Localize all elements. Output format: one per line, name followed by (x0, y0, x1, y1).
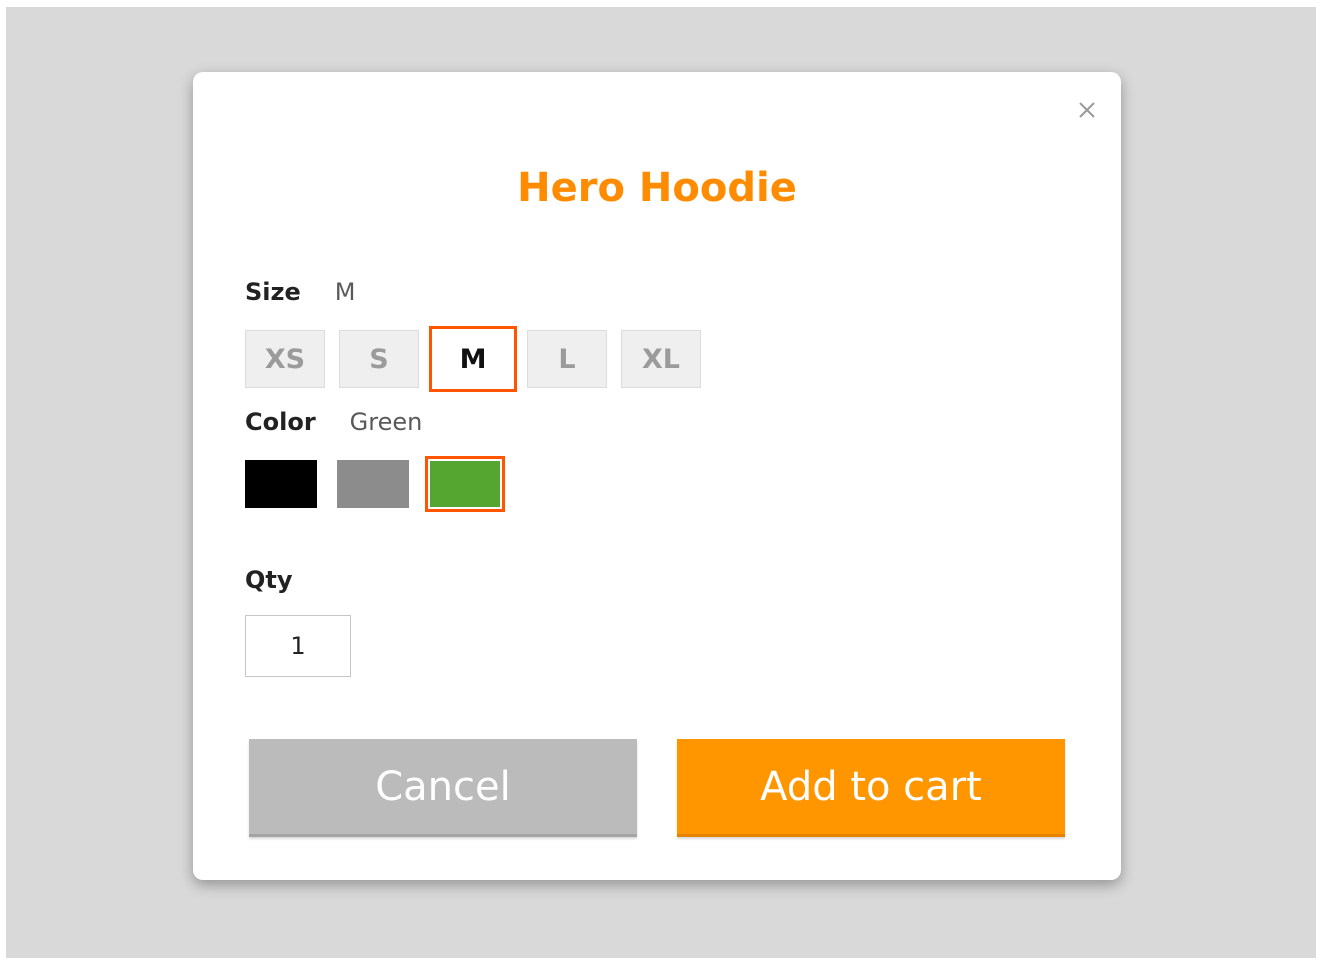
size-option-xs[interactable]: XS (245, 330, 325, 388)
product-title: Hero Hoodie (517, 165, 797, 211)
qty-label-row: Qty (245, 564, 293, 596)
size-selected-value: M (334, 278, 356, 306)
size-option-xl[interactable]: XL (621, 330, 701, 388)
close-icon (1079, 102, 1095, 118)
close-button[interactable] (1075, 98, 1099, 122)
qty-input[interactable] (245, 615, 351, 677)
qty-label: Qty (245, 566, 293, 594)
add-to-cart-button[interactable]: Add to cart (677, 739, 1065, 837)
swatch-fill (337, 460, 409, 508)
size-option-s[interactable]: S (339, 330, 419, 388)
color-swatch-black[interactable] (245, 460, 317, 508)
color-selected-value: Green (349, 408, 423, 436)
size-label: Size (245, 278, 301, 306)
swatch-fill (430, 461, 500, 507)
color-options (245, 456, 525, 512)
size-label-row: Size M (245, 276, 355, 308)
cancel-button[interactable]: Cancel (249, 739, 637, 837)
size-option-m[interactable]: M (429, 326, 517, 392)
size-options: XS S M L XL (245, 326, 715, 392)
color-label-row: Color Green (245, 406, 422, 438)
color-label: Color (245, 408, 316, 436)
swatch-fill (245, 460, 317, 508)
color-swatch-gray[interactable] (337, 460, 409, 508)
color-swatch-green[interactable] (425, 456, 505, 512)
product-options-modal: Hero Hoodie Size M XS S M L XL Color Gre… (193, 72, 1121, 880)
size-option-l[interactable]: L (527, 330, 607, 388)
